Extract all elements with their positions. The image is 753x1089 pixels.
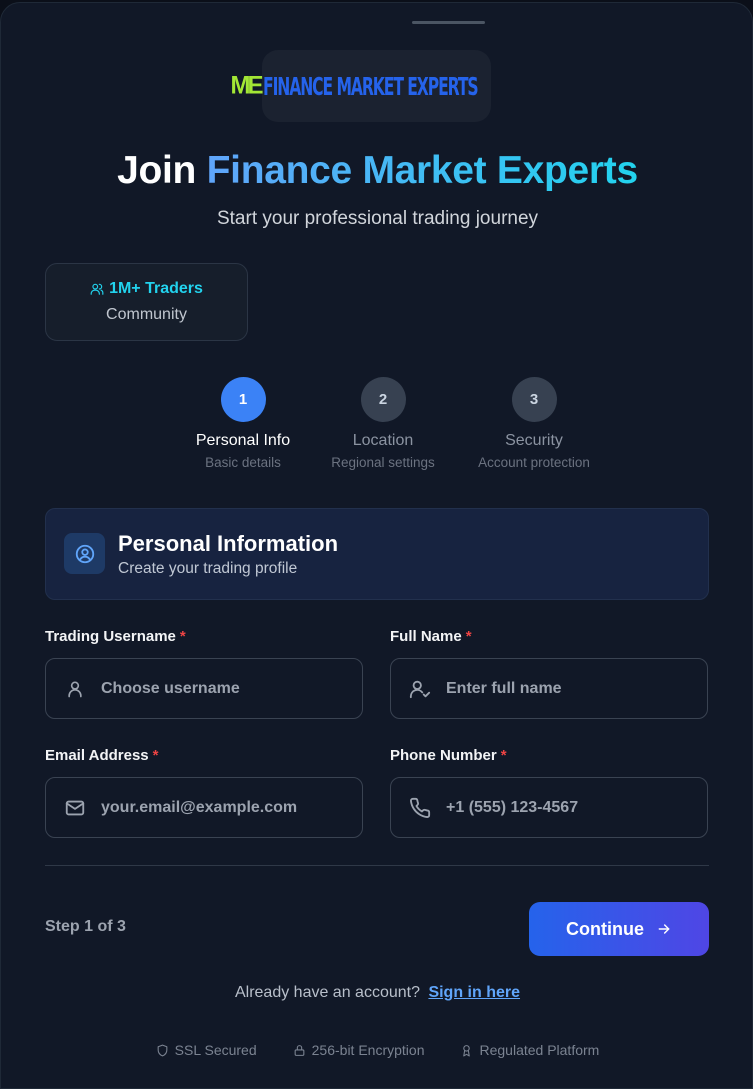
step-subtitle: Regional settings (331, 455, 435, 470)
step-number: 1 (220, 377, 266, 422)
stat-value: 1M+ Traders (109, 280, 203, 297)
phone-icon (409, 797, 431, 819)
badge-regulated: Regulated Platform (460, 1042, 599, 1058)
mail-icon (64, 797, 86, 819)
section-subtitle: Create your trading profile (118, 560, 298, 577)
badge-encryption: 256-bit Encryption (293, 1042, 425, 1058)
user-icon (64, 678, 86, 700)
step-subtitle: Account protection (478, 455, 590, 470)
logo-mark: ME (230, 71, 264, 100)
required-marker: * (179, 628, 186, 645)
signup-sheet: ME FINANCE MARKET EXPERTS Join Finance M… (0, 2, 753, 1089)
username-label-text: Trading Username (45, 628, 176, 645)
phone-field[interactable] (390, 777, 708, 838)
email-label: Email Address * (45, 747, 159, 764)
username-label: Trading Username * (45, 628, 186, 645)
phone-input[interactable] (446, 798, 707, 817)
badge-label: 256-bit Encryption (311, 1042, 425, 1058)
drag-handle[interactable] (412, 21, 485, 24)
phone-label: Phone Number * (390, 747, 507, 764)
badge-label: Regulated Platform (479, 1042, 600, 1058)
signin-link[interactable]: Sign in here (428, 984, 520, 1001)
username-field[interactable] (45, 658, 363, 719)
phone-label-text: Phone Number (390, 747, 497, 764)
section-header-card: Personal Information Create your trading… (45, 508, 709, 600)
step-location[interactable]: 2 Location Regional settings (298, 377, 468, 470)
award-icon (463, 1044, 471, 1056)
fullname-field[interactable] (390, 658, 708, 719)
title-prefix: Join (117, 149, 197, 192)
community-stat-card: 1M+ Traders Community (45, 263, 248, 341)
continue-button[interactable]: Continue (529, 902, 709, 956)
required-marker: * (152, 747, 159, 764)
step-number: 2 (360, 377, 406, 422)
stat-label: Community (106, 306, 187, 323)
step-counter: Step 1 of 3 (45, 918, 126, 935)
section-icon-box (64, 533, 105, 574)
step-title: Location (352, 432, 414, 449)
section-title: Personal Information (118, 531, 339, 556)
email-input[interactable] (101, 798, 362, 817)
step-security[interactable]: 3 Security Account protection (449, 377, 619, 470)
fullname-input[interactable] (446, 679, 707, 698)
required-marker: * (465, 628, 472, 645)
users-icon (90, 283, 104, 295)
user-circle-icon (75, 544, 94, 563)
signin-prompt: Already have an account? (234, 984, 420, 1001)
email-field[interactable] (45, 777, 363, 838)
step-title: Security (505, 432, 563, 449)
badge-ssl: SSL Secured (156, 1042, 257, 1058)
page-subtitle: Start your professional trading journey (216, 208, 539, 229)
shield-icon (157, 1044, 168, 1056)
step-number: 3 (511, 377, 557, 422)
continue-label: Continue (566, 918, 644, 939)
logo-text: FINANCE MARKET EXPERTS (262, 71, 479, 101)
lock-icon (294, 1044, 305, 1056)
form-divider (45, 865, 709, 866)
trust-badges: SSL Secured 256-bit Encryption Regulated… (1, 1042, 753, 1058)
username-input[interactable] (101, 679, 362, 698)
email-label-text: Email Address (45, 747, 149, 764)
required-marker: * (500, 747, 507, 764)
user-check-icon (409, 678, 431, 700)
logo: ME FINANCE MARKET EXPERTS (231, 50, 491, 122)
fullname-label: Full Name * (390, 628, 472, 645)
title-accent: Finance Market Experts (206, 149, 639, 192)
badge-label: SSL Secured (174, 1042, 257, 1058)
page-title: Join Finance Market Experts (1, 149, 753, 193)
fullname-label-text: Full Name (390, 628, 462, 645)
arrow-right-icon (658, 924, 670, 934)
signin-row: Already have an account? Sign in here (1, 984, 753, 1002)
